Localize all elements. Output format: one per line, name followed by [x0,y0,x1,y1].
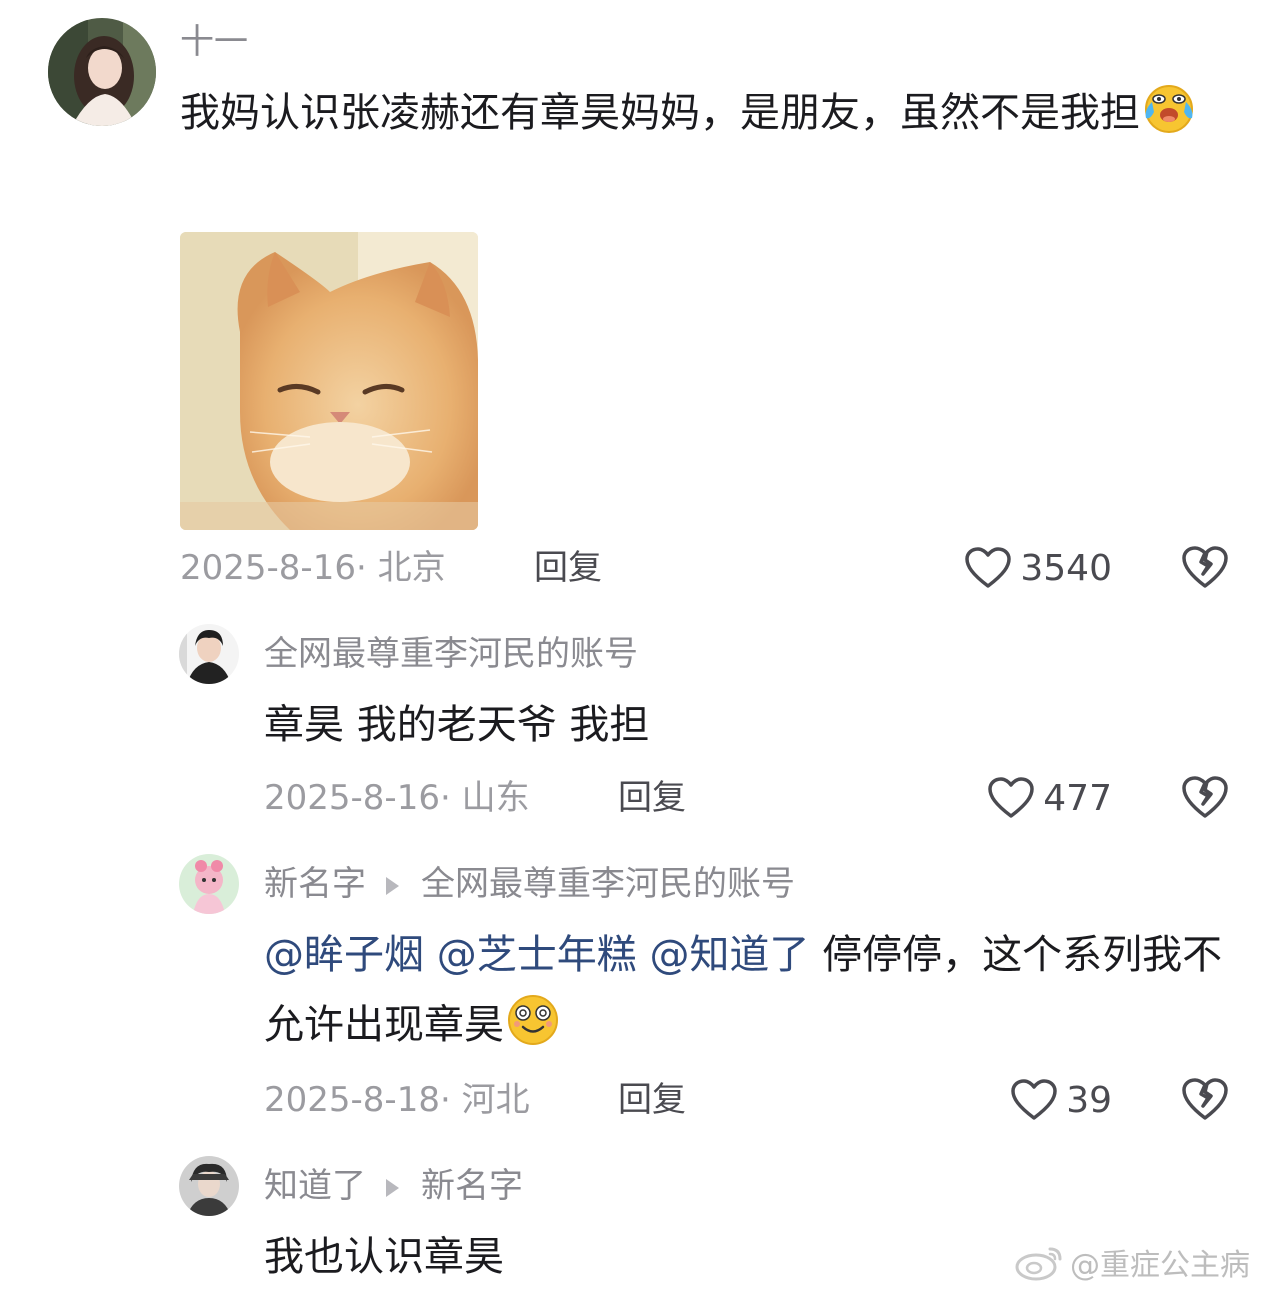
reply-button[interactable]: 回复 [618,1080,686,1120]
broken-heart-icon [1182,1078,1228,1120]
like-button[interactable]: 477 [940,770,1112,826]
comment-username[interactable]: 十一 [180,22,248,62]
avatar[interactable] [179,624,239,684]
reply-button[interactable]: 回复 [534,548,602,588]
reply-to-username[interactable]: 全网最尊重李河民的账号 [421,864,795,904]
comment-location: 北京 [377,548,446,588]
heart-outline-icon [965,547,1012,588]
avatar[interactable] [48,18,156,126]
heart-outline-icon [1011,1079,1057,1120]
like-count: 477 [1043,777,1112,819]
comment-username-line: 知道了 新名字 [264,1166,523,1206]
like-count: 39 [1066,1079,1112,1121]
comment-date: 2025-8-16 [264,778,440,818]
comment-username[interactable]: 新名字 [264,864,366,904]
comment-meta: 2025-8-16· 北京 [180,548,446,588]
comment-username[interactable]: 知道了 [264,1166,366,1206]
comment-meta: 2025-8-18· 河北 [264,1080,530,1120]
broken-heart-icon [1182,546,1228,588]
dislike-button[interactable] [1180,544,1230,594]
watermark: @重症公主病 [1014,1240,1250,1284]
mention-link[interactable]: @知道了 [649,932,809,978]
avatar[interactable] [179,854,239,914]
reply-to-username[interactable]: 新名字 [421,1166,523,1206]
broken-heart-icon [1182,776,1228,818]
mention-link[interactable]: @眸子烟 [264,932,424,978]
comment-text: 我也认识章昊 [264,1234,504,1280]
reply-arrow-icon [386,1178,399,1197]
comment-location: 河北 [461,1080,530,1120]
dislike-button[interactable] [1180,1076,1230,1126]
comment-text: 我妈认识张凌赫还有章昊妈妈，是朋友，虽然不是我担 [180,78,1240,156]
comment-username-line: 新名字 全网最尊重李河民的账号 [264,864,795,904]
avatar[interactable] [179,1156,239,1216]
comment-date: 2025-8-16 [180,548,356,588]
weibo-logo-icon [1015,1247,1062,1281]
orange-cat-squinting-photo[interactable] [180,232,478,530]
comment-username[interactable]: 全网最尊重李河民的账号 [264,634,638,674]
comment-meta: 2025-8-16· 山东 [264,778,530,818]
comment-date: 2025-8-18 [264,1080,440,1120]
mention-link[interactable]: @芝士年糕 [437,932,637,978]
dislike-button[interactable] [1180,774,1230,824]
reply-button[interactable]: 回复 [618,778,686,818]
comment-location: 山东 [461,778,530,818]
watermark-text: @重症公主病 [1070,1248,1250,1283]
like-button[interactable]: 3540 [940,540,1112,596]
comment-text: 章昊 我的老天爷 我担 [264,702,650,748]
reply-arrow-icon [386,876,399,895]
like-count: 3540 [1020,547,1112,589]
dizzy-smile-emoji [504,992,562,1068]
comment-text: @眸子烟 @芝士年糕 @知道了 停停停，这个系列我不允许出现章昊 [264,920,1224,1068]
heart-outline-icon [988,777,1035,818]
like-button[interactable]: 39 [940,1072,1112,1128]
crying-laughing-emoji [1140,82,1198,156]
